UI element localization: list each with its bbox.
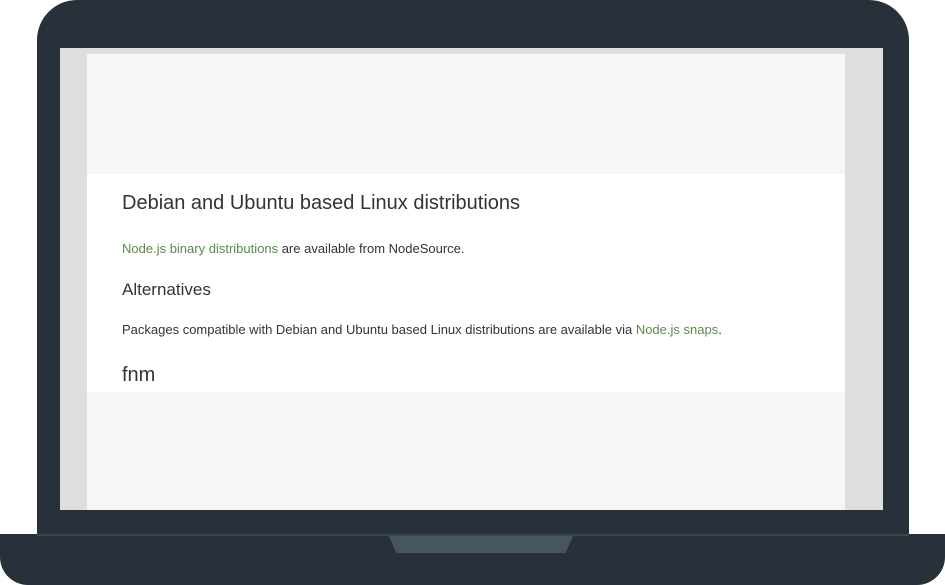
snaps-link[interactable]: Node.js snaps [636,322,718,337]
laptop-hinge [37,534,909,536]
section-heading: Debian and Ubuntu based Linux distributi… [122,192,521,214]
web-page: Debian and Ubuntu based Linux distributi… [87,54,845,510]
intro-text: are available from NodeSource. [278,241,465,256]
alternatives-end: . [718,322,722,337]
fnm-heading: fnm [122,364,156,386]
laptop-screen: Debian and Ubuntu based Linux distributi… [60,48,883,510]
alternatives-heading: Alternatives [122,280,211,299]
alternatives-text: Packages compatible with Debian and Ubun… [122,322,636,337]
binary-distributions-link[interactable]: Node.js binary distributions [122,241,278,256]
intro-paragraph: Node.js binary distributions are availab… [122,241,465,256]
article-content: Debian and Ubuntu based Linux distributi… [87,174,845,392]
laptop-notch [389,536,573,553]
alternatives-paragraph: Packages compatible with Debian and Ubun… [122,322,722,337]
